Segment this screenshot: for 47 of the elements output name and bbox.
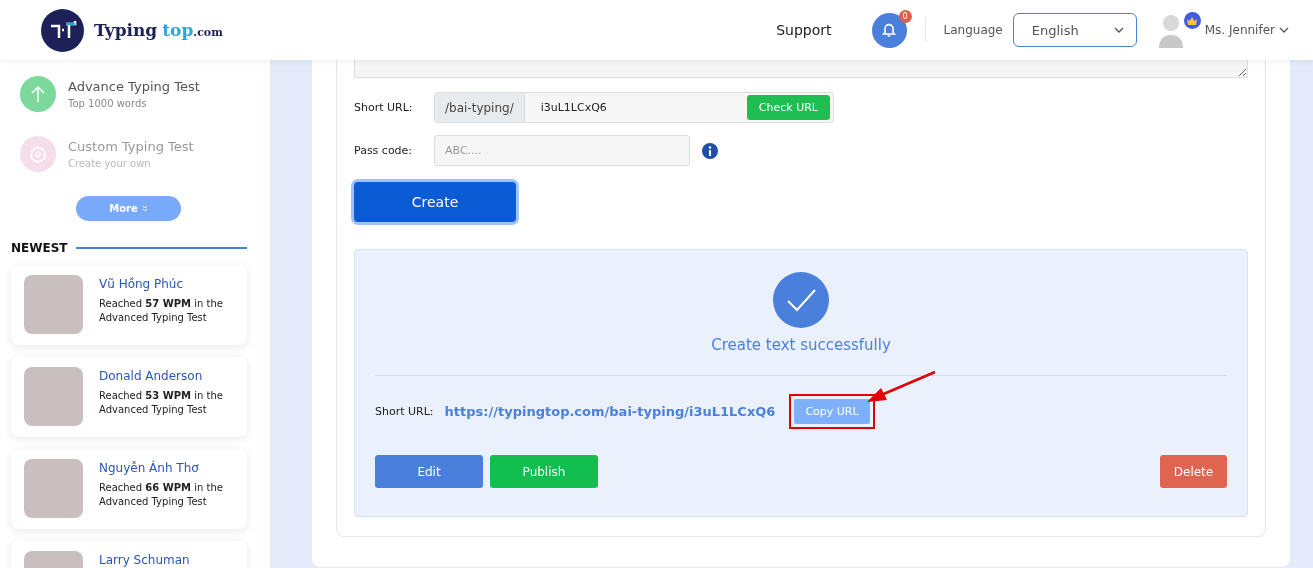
user-name: Nguyễn Ánh Thơ bbox=[99, 461, 200, 475]
photo-placeholder bbox=[24, 275, 83, 334]
edit-button[interactable]: Edit bbox=[375, 455, 483, 488]
language-label: Language bbox=[943, 23, 1003, 37]
section-title: NEWEST bbox=[11, 241, 68, 255]
notification-button[interactable] bbox=[871, 12, 907, 48]
field-label: Pass code: bbox=[354, 144, 414, 157]
menu-subtitle: Top 1000 words bbox=[68, 98, 148, 109]
field-label: Short URL: bbox=[375, 405, 434, 418]
arrow-up-icon bbox=[30, 85, 46, 103]
user-name: Vũ Hồng Phúc bbox=[99, 277, 185, 291]
menu-subtitle: Create your own bbox=[68, 158, 152, 169]
achievement-text: Reached 57 WPM in the Advanced Typing Test bbox=[99, 297, 224, 325]
user-card[interactable]: Larry Schuman bbox=[11, 541, 247, 568]
support-link[interactable]: Support bbox=[776, 22, 832, 38]
logo-icon bbox=[41, 8, 84, 52]
user-card[interactable]: Donald Anderson Reached 53 WPM in the Advanced Typing Test bbox=[11, 357, 247, 437]
info-icon[interactable] bbox=[702, 142, 718, 159]
user-name: Donald Anderson bbox=[99, 369, 204, 383]
short-url-field[interactable]: /bai-typing/ i3uL1LCxQ6 Check URL bbox=[434, 92, 834, 123]
url-prefix: /bai-typing/ bbox=[435, 93, 525, 122]
chevron-icon bbox=[1279, 27, 1289, 33]
text-area[interactable] bbox=[354, 60, 1248, 78]
user-menu[interactable]: Ms. Jennifer bbox=[1204, 23, 1289, 37]
logo-text: Typing top.com bbox=[94, 20, 223, 40]
bell-icon bbox=[881, 22, 897, 38]
arrow-badge[interactable] bbox=[20, 76, 56, 112]
double-chevron-icon bbox=[141, 205, 148, 212]
language-select[interactable]: English bbox=[1012, 13, 1137, 47]
avatar-icon bbox=[1156, 12, 1185, 48]
field-label: Short URL: bbox=[354, 101, 414, 114]
menu-title[interactable]: Advance Typing Test bbox=[68, 79, 200, 94]
achievement-text: Reached 66 WPM in the Advanced Typing Test bbox=[99, 481, 224, 509]
achievement-text: Reached 53 WPM in the Advanced Typing Test bbox=[99, 389, 224, 417]
pass-code-field[interactable]: ABC.... bbox=[434, 135, 690, 166]
photo-placeholder bbox=[24, 459, 83, 518]
user-name: Larry Schuman bbox=[99, 553, 190, 567]
user-card[interactable]: Nguyễn Ánh Thơ Reached 66 WPM in the Advanced Typing Test bbox=[11, 449, 247, 529]
success-message: Create text successfully bbox=[710, 336, 892, 354]
create-button[interactable]: Create bbox=[354, 182, 516, 222]
photo-placeholder bbox=[24, 367, 83, 426]
crown-icon bbox=[1187, 16, 1198, 25]
gear-icon bbox=[29, 145, 47, 163]
notification-count: 0 bbox=[898, 9, 912, 23]
user-card[interactable]: Vũ Hồng Phúc Reached 57 WPM in the Advanced Typing Test bbox=[11, 265, 247, 345]
chevron-icon bbox=[1113, 27, 1124, 33]
check-circle-icon bbox=[773, 272, 829, 328]
